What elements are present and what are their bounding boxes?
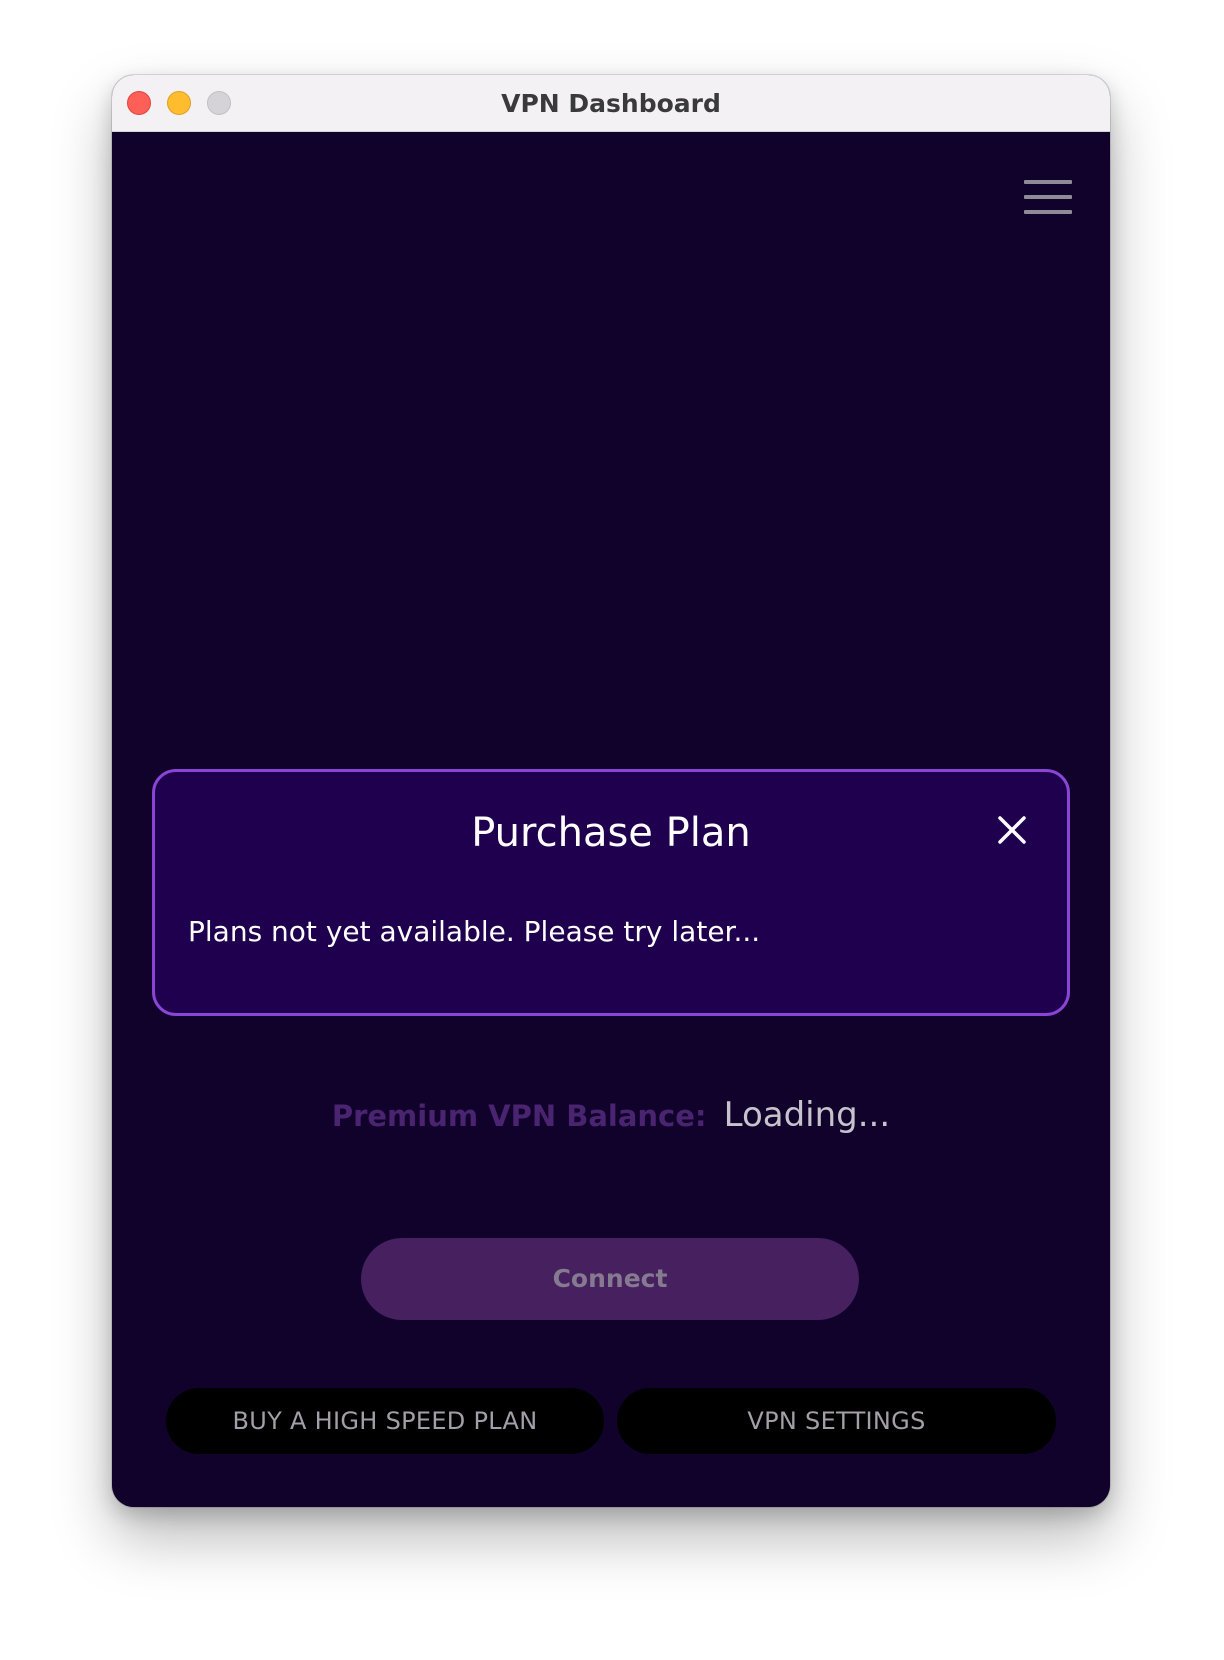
vpn-settings-button[interactable]: VPN SETTINGS xyxy=(617,1388,1056,1454)
title-bar: VPN Dashboard xyxy=(112,75,1110,132)
purchase-plan-modal: Purchase Plan Plans not yet available. P… xyxy=(152,769,1070,1016)
balance-value: Loading... xyxy=(723,1095,891,1135)
balance-label: Premium VPN Balance: xyxy=(331,1099,707,1133)
hamburger-menu-icon[interactable] xyxy=(1024,180,1072,216)
menu-line xyxy=(1024,210,1072,214)
close-icon[interactable] xyxy=(996,814,1028,846)
menu-line xyxy=(1024,195,1072,199)
connect-button[interactable]: Connect xyxy=(361,1238,859,1320)
modal-title: Purchase Plan xyxy=(471,810,751,856)
dashboard-content: Purchase Plan Plans not yet available. P… xyxy=(112,132,1110,1507)
menu-line xyxy=(1024,180,1072,184)
window-title: VPN Dashboard xyxy=(501,89,721,118)
buy-plan-button[interactable]: BUY A HIGH SPEED PLAN xyxy=(166,1388,604,1454)
balance-row: Premium VPN Balance: Loading... xyxy=(112,1095,1110,1135)
modal-message: Plans not yet available. Please try late… xyxy=(188,915,761,948)
app-window: VPN Dashboard Purchase Plan Plans not ye… xyxy=(112,75,1110,1507)
